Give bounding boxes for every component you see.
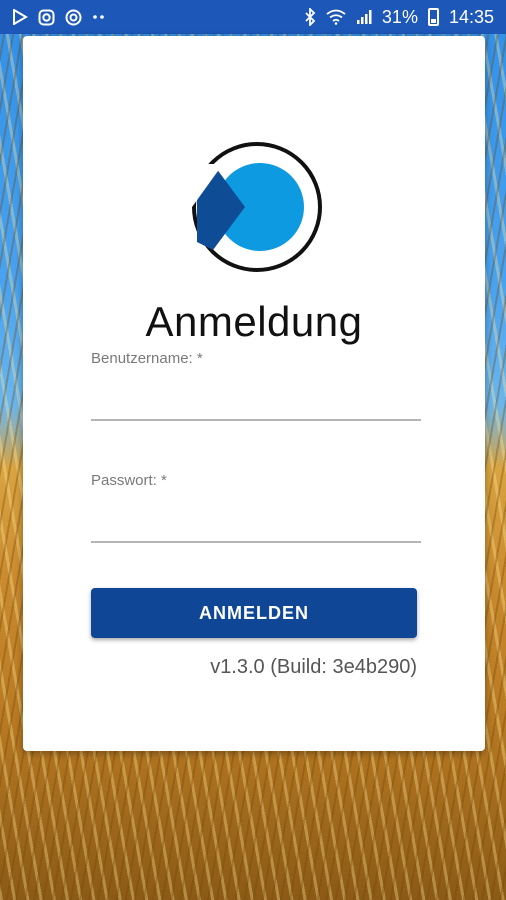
signal-icon (356, 9, 372, 25)
password-field-group: Passwort: * (91, 472, 421, 543)
page-title: Anmeldung (145, 298, 363, 345)
battery-percent: 31% (381, 6, 418, 27)
bluetooth-icon (304, 8, 316, 26)
more-dots-icon (92, 13, 106, 21)
wifi-icon (326, 9, 346, 25)
username-field-group: Benutzername: * (91, 350, 421, 421)
status-bar: 31% 14:35 (0, 0, 506, 34)
username-input[interactable] (91, 385, 421, 421)
at-sign-icon (65, 9, 82, 26)
version-label: v1.3.0 (Build: 3e4b290) (210, 656, 417, 678)
password-input[interactable] (91, 507, 421, 543)
password-label: Passwort: * (91, 472, 167, 489)
login-card: Anmeldung Benutzername: * Passwort: * AN… (23, 36, 485, 751)
login-button[interactable]: ANMELDEN (91, 588, 417, 638)
battery-icon (427, 8, 439, 26)
username-label: Benutzername: * (91, 350, 203, 367)
clock: 14:35 (448, 6, 494, 27)
app-logo (187, 142, 322, 272)
instagram-icon (38, 9, 55, 26)
play-store-icon (12, 9, 28, 25)
